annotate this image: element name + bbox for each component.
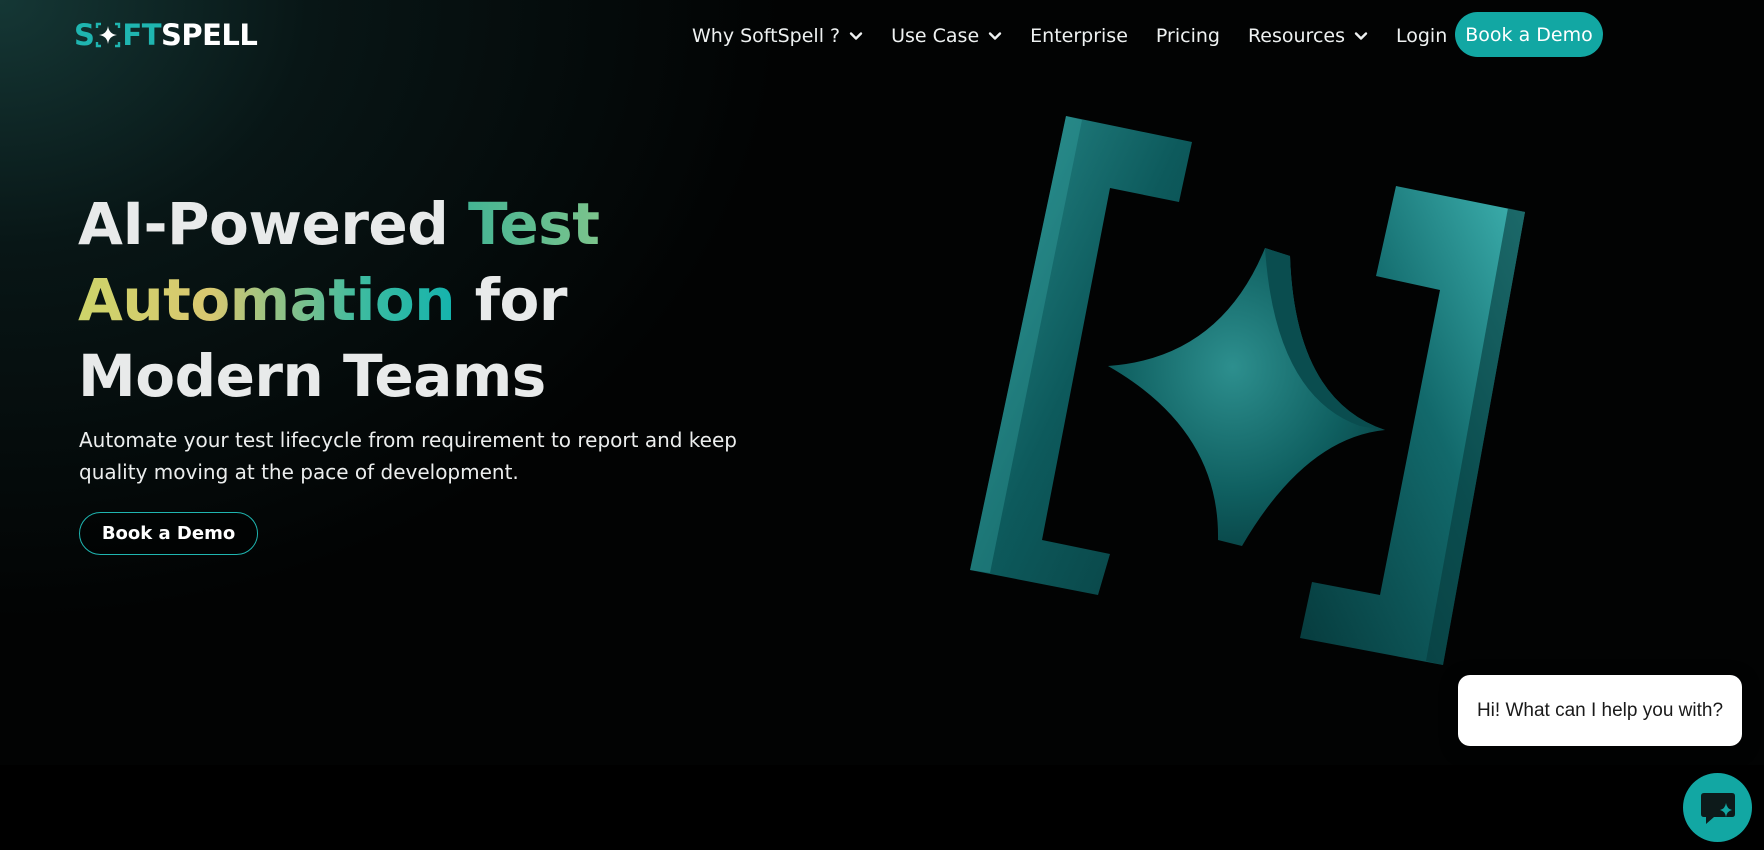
heading-highlight-automation: Automation (78, 266, 456, 334)
logo-spell-text: SPELL (160, 18, 258, 52)
heading-highlight-test: Test (467, 190, 600, 258)
logo-letter-s: S (74, 18, 95, 52)
hero-subtitle: Automate your test lifecycle from requir… (79, 428, 737, 484)
nav-use-case[interactable]: Use Case (891, 25, 1002, 47)
logo-soft-text: S FT (74, 18, 161, 52)
chat-greeting-bubble[interactable]: Hi! What can I help you with? (1458, 675, 1742, 746)
heading-text: Modern Teams (78, 342, 546, 410)
chat-launcher-button[interactable] (1683, 773, 1752, 842)
nav-enterprise[interactable]: Enterprise (1030, 25, 1128, 47)
chevron-down-icon (849, 32, 863, 40)
chat-icon (1700, 792, 1735, 824)
chevron-down-icon (988, 32, 1002, 40)
top-navigation: S FT SPELL Why SoftSpell ? Use Case Ente… (0, 0, 1764, 72)
nav-pricing[interactable]: Pricing (1156, 25, 1220, 47)
nav-resources[interactable]: Resources (1248, 25, 1368, 47)
logo-star-icon (96, 22, 121, 48)
hero-book-demo-button[interactable]: Book a Demo (79, 512, 258, 555)
login-link[interactable]: Login (1396, 25, 1447, 47)
heading-text: for (455, 266, 568, 334)
softspell-logo[interactable]: S FT SPELL (74, 18, 258, 52)
nav-book-demo-button[interactable]: Book a Demo (1455, 12, 1603, 57)
chevron-down-icon (1354, 32, 1368, 40)
nav-why-softspell[interactable]: Why SoftSpell ? (692, 25, 863, 47)
main-nav: Why SoftSpell ? Use Case Enterprise Pric… (692, 15, 1465, 57)
hero-heading: AI-Powered Test Automation for Modern Team… (78, 186, 798, 414)
heading-text: AI-Powered (78, 190, 468, 258)
section-divider (0, 765, 1764, 850)
logo-letters-ft: FT (122, 18, 161, 52)
softspell-3d-logo-illustration (970, 116, 1525, 665)
